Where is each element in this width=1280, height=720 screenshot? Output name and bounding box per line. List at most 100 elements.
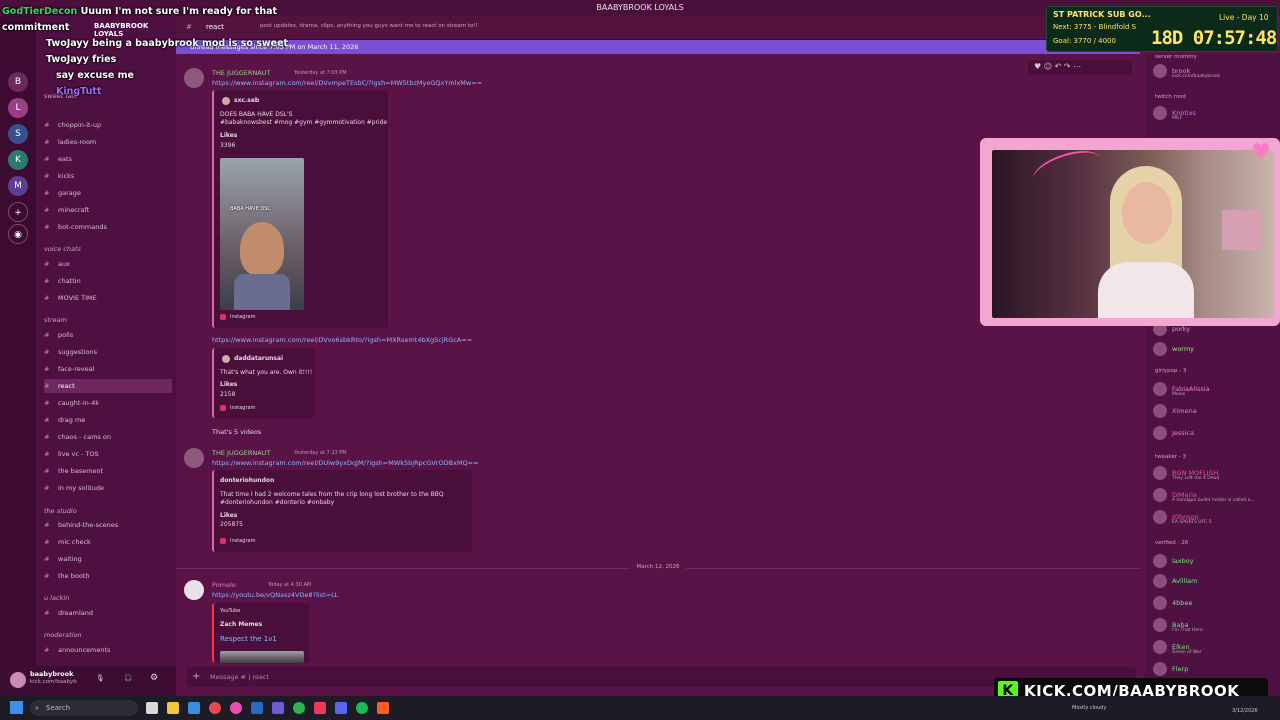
heart-icon[interactable]: ♥ [1034, 62, 1041, 71]
member-item[interactable]: FabiaAlissia Meow [1153, 382, 1210, 398]
file-explorer-icon[interactable] [167, 702, 179, 714]
channel-category[interactable]: u lackin [44, 594, 69, 602]
emoji-icon[interactable]: ☺ [1044, 62, 1052, 71]
channel-item[interactable]: # chattin [44, 274, 172, 288]
member-item[interactable]: DiMaria A handgun bullet holder is called… [1153, 488, 1255, 504]
server-icon[interactable]: M [8, 176, 28, 196]
member-item[interactable]: wormy [1153, 342, 1194, 358]
spotify-icon[interactable] [356, 702, 368, 714]
member-item[interactable]: Knotixs MILF [1153, 106, 1196, 122]
edge-icon[interactable] [188, 702, 200, 714]
mic-icon[interactable]: 🎙 [96, 674, 104, 682]
channel-item[interactable]: # face-reveal [44, 362, 172, 376]
avatar[interactable] [184, 580, 204, 600]
channel-category[interactable]: moderation [44, 631, 82, 639]
server-icon[interactable]: K [8, 150, 28, 170]
member-item[interactable]: Flerp [1153, 662, 1188, 678]
member-item[interactable]: Avilliam [1153, 574, 1197, 590]
channel-item[interactable]: # polls [44, 328, 172, 342]
server-icon[interactable]: L [8, 98, 28, 118]
windows-start-icon[interactable] [10, 701, 23, 714]
member-item[interactable]: Jessica [1153, 426, 1194, 442]
member-item[interactable]: RGN MOFLIGH They Left me 4 Dead [1153, 466, 1219, 482]
channel-item[interactable]: # choppin-it-up [44, 118, 172, 132]
channel-item[interactable]: # bot-commands [44, 220, 172, 234]
member-item[interactable]: JOhnson EA SPORTS UFC 5 [1153, 510, 1212, 526]
member-item[interactable]: laxboy [1153, 554, 1194, 570]
tiktok-icon[interactable] [314, 702, 326, 714]
channel-category[interactable]: the studio [44, 507, 77, 515]
task-view-icon[interactable] [146, 702, 158, 714]
channel-item[interactable]: # suggestions [44, 345, 172, 359]
explore-icon[interactable]: ◉ [8, 224, 28, 244]
embed-author[interactable]: daddatarunsai [234, 355, 283, 362]
message-timestamp: Yesterday at 7:23 PM [294, 450, 347, 456]
message-link[interactable]: https://www.instagram.com/reel/DVvo6sbkR… [212, 336, 472, 344]
hash-icon: # [44, 555, 50, 563]
embed-author[interactable]: Zach Memes [220, 621, 262, 628]
brave-icon[interactable] [377, 702, 389, 714]
reply-icon[interactable]: ↶ [1055, 62, 1062, 71]
channel-item[interactable]: # mic check [44, 535, 172, 549]
channel-item[interactable]: # aux [44, 257, 172, 271]
person-shirt [234, 274, 290, 310]
channel-item[interactable]: # in my solitude [44, 481, 172, 495]
channel-item[interactable]: # live vc - TOS [44, 447, 172, 461]
member-item[interactable]: 4bbee [1153, 596, 1192, 612]
message-link[interactable]: https://youtu.be/vQNasz4VDe8?list=LL [212, 591, 338, 599]
hash-icon: # [44, 121, 50, 129]
member-item[interactable]: brook kick.com/baabybrook [1153, 64, 1220, 80]
channel-item[interactable]: # eats [44, 152, 172, 166]
channel-category[interactable]: voice chats [44, 245, 81, 253]
more-icon[interactable]: ⋯ [1073, 62, 1081, 71]
chrome-icon[interactable] [293, 702, 305, 714]
channel-item[interactable]: # react [44, 379, 172, 393]
channel-item[interactable]: # minecraft [44, 203, 172, 217]
app-icon[interactable] [272, 702, 284, 714]
hash-icon: # [44, 206, 50, 214]
video-thumbnail[interactable] [220, 651, 304, 663]
add-server-icon[interactable]: + [8, 202, 28, 222]
channel-item[interactable]: # kicks [44, 169, 172, 183]
channel-item[interactable]: # waiting [44, 552, 172, 566]
channel-item[interactable]: # behind-the-scenes [44, 518, 172, 532]
embed-title[interactable]: Respect the 1v1 [220, 635, 277, 643]
channel-item[interactable]: # the basement [44, 464, 172, 478]
avatar [1153, 64, 1167, 78]
app-icon[interactable] [230, 702, 242, 714]
hash-icon: # [44, 382, 50, 390]
embed-source: Instagram [230, 314, 256, 320]
message-author[interactable]: THE JUGGERNAUT [212, 449, 270, 457]
avatar[interactable] [10, 672, 26, 688]
member-item[interactable]: Ximena [1153, 404, 1197, 420]
member-item[interactable]: Elken Green of War [1153, 640, 1202, 656]
channel-item[interactable]: # drag me [44, 413, 172, 427]
forward-icon[interactable]: ↷ [1064, 62, 1071, 71]
discord-icon[interactable] [335, 702, 347, 714]
channel-item[interactable]: # MOVIE TIME [44, 291, 172, 305]
avatar[interactable] [184, 448, 204, 468]
avatar [1153, 404, 1167, 418]
channel-category[interactable]: stream [44, 316, 67, 324]
channel-item[interactable]: # the booth [44, 569, 172, 583]
server-icon[interactable]: S [8, 124, 28, 144]
channel-item[interactable]: # caught-in-4k [44, 396, 172, 410]
channel-item[interactable]: # ladies-room [44, 135, 172, 149]
hash-icon: # [44, 609, 50, 617]
member-item[interactable]: Baba I'm That Hero [1153, 618, 1203, 634]
channel-item[interactable]: # garage [44, 186, 172, 200]
embed-author[interactable]: donteriohundon [220, 477, 274, 484]
message-author[interactable]: Pomelo [212, 581, 236, 589]
steam-icon[interactable] [251, 702, 263, 714]
obs-icon[interactable] [209, 702, 221, 714]
headphones-icon[interactable]: 🎧 [124, 674, 132, 682]
message-link[interactable]: https://www.instagram.com/reel/DUiw9yxDq… [212, 459, 479, 467]
channel-item[interactable]: # chaos - cams on [44, 430, 172, 444]
channel-item[interactable]: # dreamland [44, 606, 172, 620]
gear-icon[interactable]: ⚙ [150, 673, 158, 683]
taskbar-search[interactable]: ⌕ Search [30, 700, 138, 716]
add-attachment-icon[interactable]: + [192, 667, 200, 687]
new-messages-bar[interactable]: Unread messages since 7:03 PM on March 1… [176, 40, 1140, 54]
video-thumbnail[interactable]: BABA HAVE DSL [220, 158, 304, 310]
channel-item[interactable]: # announcements [44, 643, 172, 657]
